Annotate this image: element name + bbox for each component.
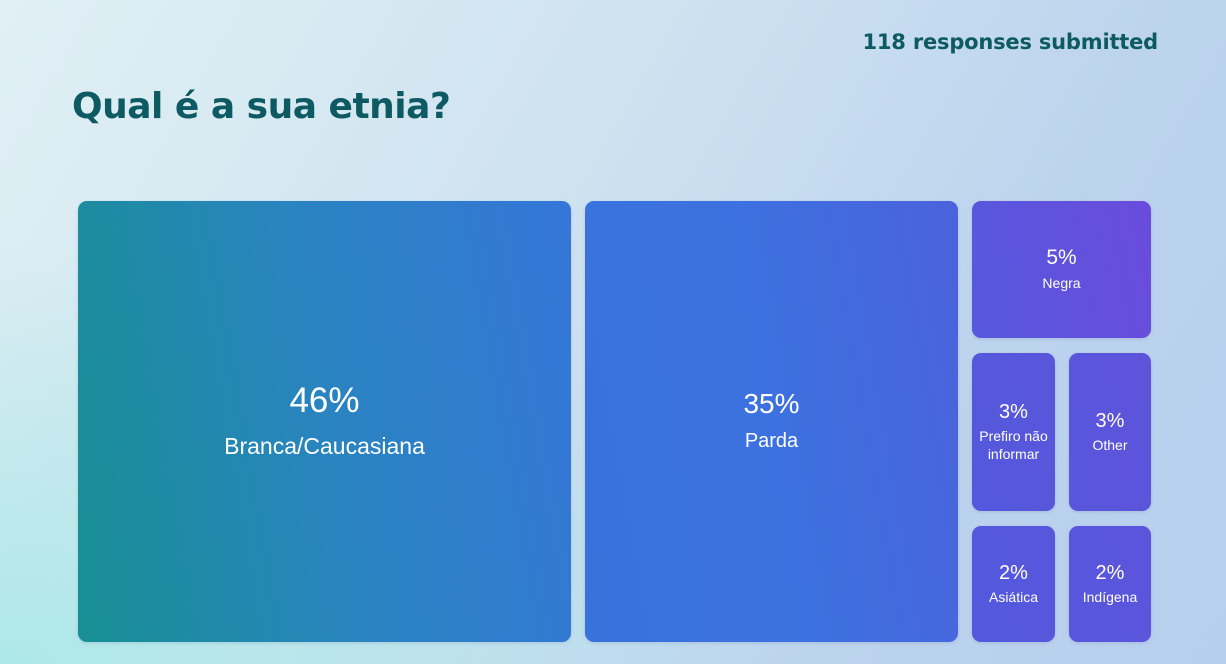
tile-label: Negra <box>1042 275 1081 292</box>
tile-label: Other <box>1092 436 1128 453</box>
treemap-tile-other[interactable]: 3% Other <box>1069 353 1151 511</box>
treemap-tile-indigena[interactable]: 2% Indígena <box>1069 526 1151 642</box>
responses-count: 118 responses submitted <box>862 30 1158 54</box>
tile-label: Prefiro não informar <box>979 428 1048 462</box>
treemap-tile-parda[interactable]: 35% Parda <box>585 201 958 642</box>
treemap-tile-branca-caucasiana[interactable]: 46% Branca/Caucasiana <box>78 201 571 642</box>
question-title: Qual é a sua etnia? <box>72 86 451 127</box>
treemap-tile-negra[interactable]: 5% Negra <box>972 201 1151 338</box>
tile-label: Parda <box>744 430 799 453</box>
tile-percent: 2% <box>999 561 1028 584</box>
tile-percent: 46% <box>289 380 360 420</box>
tile-percent: 35% <box>743 387 800 419</box>
tile-percent: 5% <box>1046 246 1077 270</box>
tile-label: Indígena <box>1082 588 1138 605</box>
tile-label: Asiática <box>988 588 1039 605</box>
treemap-tile-asiatica[interactable]: 2% Asiática <box>972 526 1055 642</box>
tile-percent: 2% <box>1095 561 1125 584</box>
tile-label: Branca/Caucasiana <box>224 433 425 460</box>
tile-percent: 3% <box>999 401 1028 423</box>
tile-percent: 3% <box>1095 409 1125 432</box>
treemap-tile-prefiro-nao-informar[interactable]: 3% Prefiro não informar <box>972 353 1055 511</box>
